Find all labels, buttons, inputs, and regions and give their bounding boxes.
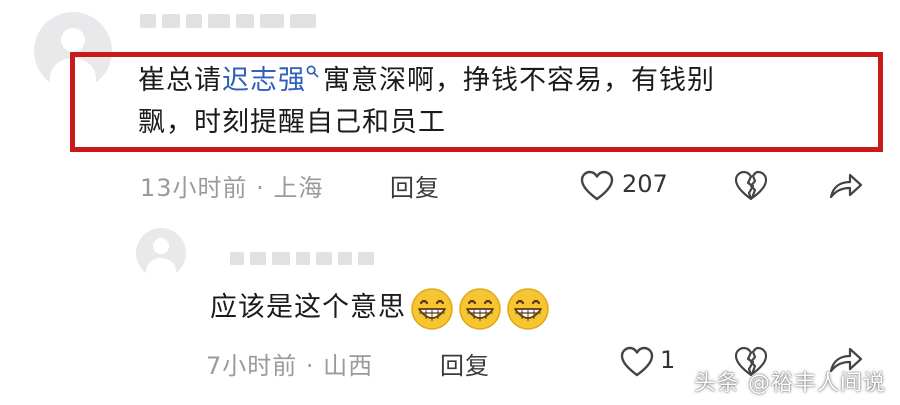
share-arrow-icon[interactable] [828, 172, 864, 200]
heart-outline-icon[interactable] [580, 170, 614, 202]
reply-button[interactable]: 回复 [390, 168, 440, 203]
heart-outline-icon[interactable] [620, 346, 654, 378]
comment-text-prefix: 崔总请 [138, 65, 222, 96]
like-count: 1 [660, 346, 676, 374]
grinning-emoji-icon [459, 287, 501, 330]
masked-username [230, 252, 374, 265]
comment-text-body: 应该是这个意思 [210, 292, 406, 323]
grinning-emoji-icon [411, 287, 453, 330]
comment-text: 崔总请迟志强 寓意深啊，挣钱不容易，有钱别 飘，时刻提醒自己和员工 [138, 60, 878, 144]
like-count: 207 [622, 170, 668, 198]
time-location: 7小时前 · 山西 [206, 352, 374, 380]
time-location: 13小时前 · 上海 [140, 174, 324, 202]
watermark: 头条 @裕丰人间说 [694, 371, 886, 396]
reply-button[interactable]: 回复 [440, 346, 490, 381]
broken-heart-icon[interactable] [734, 170, 768, 202]
comment-text: 应该是这个意思 [210, 286, 550, 331]
avatar[interactable] [136, 228, 186, 278]
comment-text-line2: 飘，时刻提醒自己和员工 [138, 107, 446, 138]
grinning-emoji-icon [507, 287, 549, 330]
comment-text-suffix: 寓意深啊，挣钱不容易，有钱别 [323, 65, 715, 96]
masked-username [140, 14, 316, 28]
search-icon[interactable] [306, 65, 319, 78]
mention-link[interactable]: 迟志强 [222, 65, 306, 96]
